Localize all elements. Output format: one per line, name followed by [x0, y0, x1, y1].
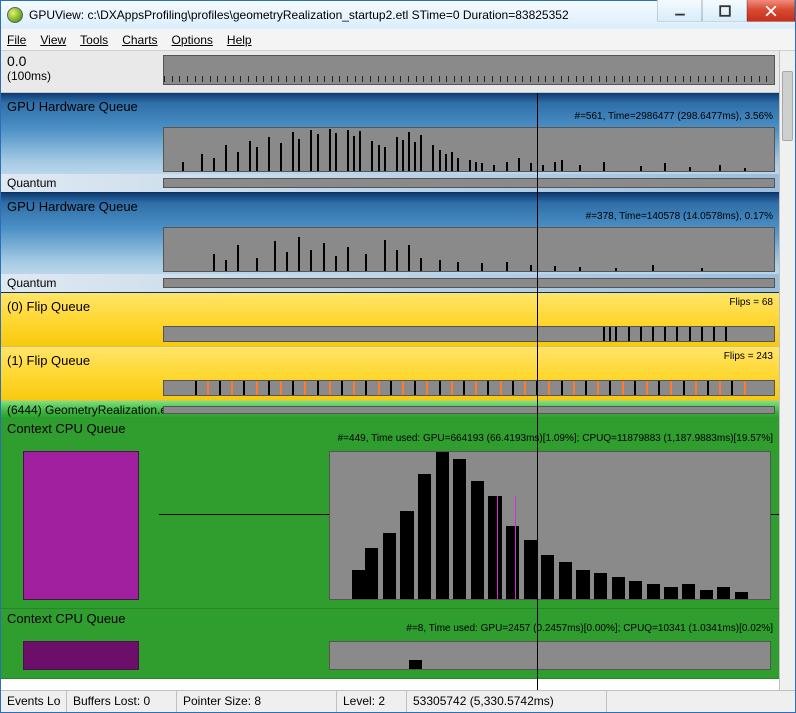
flip-queue-stats: Flips = 243	[724, 351, 773, 362]
quantum-strip	[163, 278, 775, 288]
time-ruler[interactable]: 0.0(100ms)	[1, 51, 779, 93]
flip-strip	[163, 326, 775, 342]
status-position: 53305742 (5,330.5742ms)	[407, 691, 607, 712]
titlebar[interactable]: GPUView: c:\DXAppsProfiling\profiles\geo…	[1, 1, 795, 29]
scrollbar-thumb[interactable]	[782, 71, 793, 141]
time-cursor[interactable]	[537, 93, 538, 690]
context-stats: #=8, Time used: GPU=2457 (0.2457ms)[0.00…	[406, 623, 773, 634]
status-pointer: Pointer Size: 8	[177, 691, 337, 712]
minimize-button[interactable]	[657, 0, 702, 22]
ruler-time: 0.0	[7, 53, 153, 69]
menu-help[interactable]: Help	[227, 33, 252, 47]
ruler-unit: (100ms)	[7, 69, 153, 83]
gpu-hardware-queue[interactable]: GPU Hardware Queue #=378, Time=140578 (14…	[1, 193, 779, 293]
status-events: Events Lo	[1, 691, 67, 712]
flip-queue-label: (1) Flip Queue	[7, 349, 153, 368]
menu-tools[interactable]: Tools	[80, 33, 108, 47]
gpu-hardware-queue[interactable]: GPU Hardware Queue #=561, Time=2986477 (2…	[1, 93, 779, 193]
maximize-button[interactable]	[702, 0, 747, 22]
app-icon	[7, 7, 23, 23]
status-level: Level: 2	[337, 691, 407, 712]
gpu-queue-label: GPU Hardware Queue	[7, 195, 153, 214]
menu-charts[interactable]: Charts	[122, 33, 157, 47]
context-left-block	[23, 451, 139, 600]
context-left-block	[23, 641, 139, 670]
gpu-queue-stats: #=561, Time=2986477 (298.6477ms), 3.56%	[575, 111, 773, 122]
app-window: GPUView: c:\DXAppsProfiling\profiles\geo…	[0, 0, 796, 713]
close-button[interactable]	[747, 0, 795, 22]
flip-queue[interactable]: (1) Flip Queue Flips = 243	[1, 347, 779, 401]
quantum-strip	[163, 178, 775, 188]
context-cpu-queue[interactable]: Context CPU Queue#=8, Time used: GPU=245…	[1, 609, 779, 679]
context-stats: #=449, Time used: GPU=664193 (66.4193ms)…	[338, 433, 773, 444]
quantum-row: Quantum	[1, 274, 779, 292]
quantum-row: Quantum	[1, 174, 779, 192]
vertical-scrollbar[interactable]	[779, 51, 795, 690]
context-cpu-queue[interactable]: Context CPU Queue#=449, Time used: GPU=6…	[1, 419, 779, 609]
menubar: File View Tools Charts Options Help	[1, 29, 795, 51]
menu-options[interactable]: Options	[172, 33, 213, 47]
quantum-label: Quantum	[1, 276, 159, 290]
window-title: GPUView: c:\DXAppsProfiling\profiles\geo…	[29, 8, 657, 22]
menu-file[interactable]: File	[7, 33, 26, 47]
status-buffers: Buffers Lost: 0	[67, 691, 177, 712]
gpu-queue-label: GPU Hardware Queue	[7, 95, 153, 114]
quantum-label: Quantum	[1, 176, 159, 190]
statusbar: Events Lo Buffers Lost: 0 Pointer Size: …	[1, 690, 795, 712]
gpu-queue-stats: #=378, Time=140578 (14.0578ms), 0.17%	[586, 211, 773, 222]
flip-queue[interactable]: (0) Flip Queue Flips = 68	[1, 293, 779, 347]
flip-strip	[163, 380, 775, 396]
menu-view[interactable]: View	[40, 33, 66, 47]
flip-queue-stats: Flips = 68	[729, 297, 773, 308]
context-graph	[329, 641, 771, 670]
workspace[interactable]: 0.0(100ms) GPU Hardware Queue #=561, Time=…	[1, 51, 795, 690]
context-graph	[329, 451, 771, 600]
flip-queue-label: (0) Flip Queue	[7, 295, 153, 314]
